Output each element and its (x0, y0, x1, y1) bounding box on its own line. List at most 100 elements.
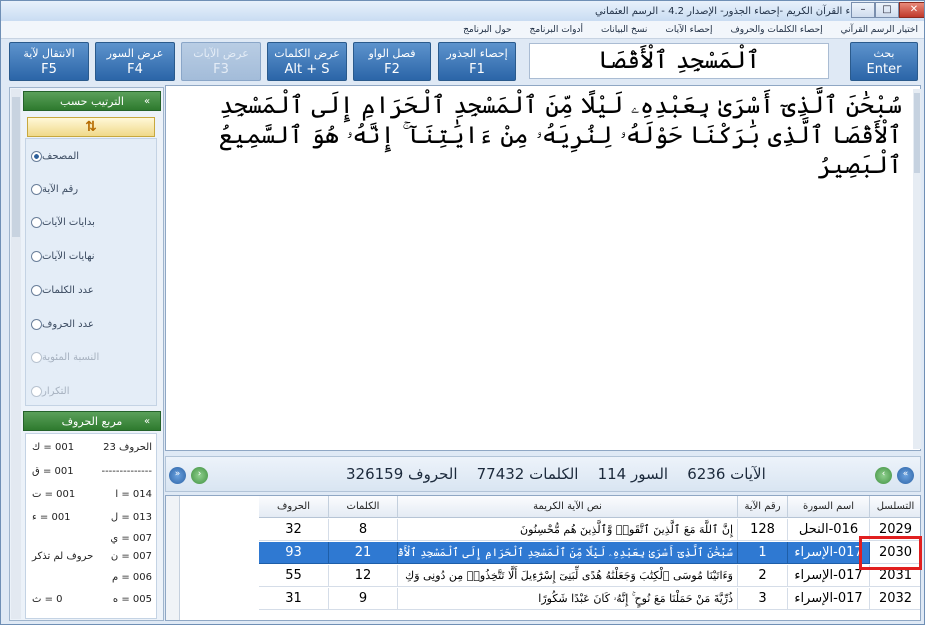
sort-option-ayah-number[interactable]: رقم الآية (25, 180, 153, 198)
highlight-box (859, 536, 922, 570)
radio-icon[interactable] (31, 284, 42, 296)
cell-surah: 017-الإسراء (788, 588, 870, 610)
title-bar: برنامج إحصاء القرآن الكريم -إحصاء الجذور… (1, 1, 924, 21)
letter-count-left: 001 = ك (32, 442, 75, 453)
search-input[interactable]: ٱلْمَسْجِدِ ٱلْأَقْصَا (529, 43, 829, 79)
chevron-collapse-icon[interactable]: « (144, 412, 150, 432)
menu-bar: اختيار الرسم القرآني إحصاء الكلمات والحر… (1, 21, 924, 39)
previous-page-icon[interactable]: ‹ (875, 467, 892, 484)
side-panel-scrollbar-thumb[interactable] (12, 97, 20, 237)
column-header-text[interactable]: نص الآية الكريمة (398, 496, 738, 518)
stats-bar: » › الآيات 6236 السور 114 الكلمات 77432 … (165, 456, 921, 492)
column-header-ayah-no[interactable]: رقم الآية (738, 496, 788, 518)
separate-waw-key: F2 (384, 62, 400, 77)
letters-panel-header[interactable]: مربع الحروف « (23, 411, 161, 431)
menu-copy-data[interactable]: نسخ البيانات (601, 25, 647, 35)
search-button-key: Enter (866, 62, 902, 77)
column-header-seq[interactable]: التسلسل (870, 496, 920, 518)
letter-count-right: 007 = ن (110, 551, 152, 562)
radio-icon[interactable] (31, 250, 42, 262)
menu-words-letters[interactable]: إحصاء الكلمات والحروف (730, 25, 822, 35)
show-ayat-button[interactable]: عرض الآيات F3 (181, 42, 261, 81)
sort-option-ayah-endings[interactable]: نهايات الآيات (25, 247, 153, 265)
cell-words: 12 (329, 565, 398, 587)
show-suwar-button[interactable]: عرض السور F4 (95, 42, 175, 81)
last-page-icon[interactable]: » (169, 467, 186, 484)
cell-words: 21 (329, 542, 398, 564)
show-ayat-label: عرض الآيات (193, 47, 249, 60)
sort-option-ayah-starts[interactable]: بدايات الآيات (25, 213, 153, 231)
count-roots-button[interactable]: إحصاء الجذور F1 (438, 42, 516, 81)
sort-option-word-count[interactable]: عدد الكلمات (25, 281, 153, 299)
ayah-scrollbar-thumb[interactable] (914, 93, 920, 173)
count-roots-label: إحصاء الجذور (446, 47, 508, 60)
next-page-icon[interactable]: › (191, 467, 208, 484)
results-table: التسلسل اسم السورة رقم الآية نص الآية ال… (165, 495, 921, 621)
cell-words: 8 (329, 519, 398, 541)
maximize-button[interactable]: □ (875, 2, 899, 18)
sort-option-percentage: النسبة المئوية (25, 348, 153, 366)
cell-text: إِنَّ ٱللَّهَ مَعَ ٱلَّذِينَ ٱتَّقَوا۟ و… (398, 519, 738, 541)
first-page-icon[interactable]: « (897, 467, 914, 484)
separate-waw-button[interactable]: فصل الواو F2 (353, 42, 431, 81)
cell-ayah-no: 3 (738, 588, 788, 610)
show-suwar-key: F4 (127, 62, 143, 77)
menu-ayat-stats[interactable]: إحصاء الآيات (665, 25, 712, 35)
sort-option-frequency: التكرار (25, 382, 153, 400)
letter-count-right: 014 = ا (115, 489, 152, 500)
column-header-surah[interactable]: اسم السورة (788, 496, 870, 518)
minimize-button[interactable]: – (851, 2, 875, 18)
sort-option-label: عدد الحروف (42, 318, 94, 330)
cell-text: وَءَاتَيْنَا مُوسَى ٱلْكِتَٰبَ وَجَعَلْن… (398, 565, 738, 587)
cell-words: 9 (329, 588, 398, 610)
table-row-selected[interactable]: 2030 017-الإسراء 1 سُبْحَٰنَ ٱلَّذِىٓ أَ… (259, 542, 920, 564)
cell-seq: 2032 (870, 588, 920, 610)
cell-ayah-no: 2 (738, 565, 788, 587)
ayah-scrollbar[interactable] (913, 89, 921, 449)
cell-ayah-no: 128 (738, 519, 788, 541)
ayah-text-view: سُبْحَٰنَ ٱلَّذِىٓ أَسْرَىٰ بِعَبْدِهِۦ … (165, 85, 921, 451)
goto-ayah-key: F5 (41, 62, 57, 77)
menu-quran-script[interactable]: اختيار الرسم القرآني (841, 25, 918, 35)
sort-direction-button[interactable]: ⇅ (27, 117, 155, 137)
radio-icon (31, 351, 42, 363)
radio-icon[interactable] (31, 150, 42, 162)
sort-option-letter-count[interactable]: عدد الحروف (25, 315, 153, 333)
column-header-letters[interactable]: الحروف (259, 496, 329, 518)
chevron-collapse-icon[interactable]: « (144, 92, 150, 112)
column-header-words[interactable]: الكلمات (329, 496, 398, 518)
letters-panel-title: مربع الحروف (61, 415, 123, 428)
search-button[interactable]: بحث Enter (850, 42, 918, 81)
sort-panel-title: الترتيب حسب (60, 95, 124, 108)
show-ayat-key: F3 (213, 62, 229, 77)
results-table-scrollbar[interactable] (166, 496, 180, 620)
stats-text: الآيات 6236 السور 114 الكلمات 77432 الحر… (346, 465, 766, 483)
sort-panel-header[interactable]: الترتيب حسب « (23, 91, 161, 111)
sort-option-mushaf[interactable]: المصحف (25, 147, 153, 165)
cell-letters: 93 (259, 542, 329, 564)
sort-option-label: المصحف (42, 150, 80, 162)
radio-icon[interactable] (31, 216, 42, 228)
show-words-button[interactable]: عرض الكلمات Alt + S (267, 42, 347, 81)
menu-about[interactable]: حول البرنامج (463, 25, 511, 35)
letter-count-left: 001 = ء (32, 512, 71, 523)
menu-tools[interactable]: أدوات البرنامج (530, 25, 584, 35)
letter-count-left: 0 = ث (32, 594, 63, 605)
table-row[interactable]: 2029 016-النحل 128 إِنَّ ٱللَّهَ مَعَ ٱل… (259, 519, 920, 541)
stats-ayat-value: 6236 (687, 465, 726, 483)
radio-icon[interactable] (31, 183, 42, 195)
count-roots-key: F1 (469, 62, 485, 77)
radio-icon[interactable] (31, 318, 42, 330)
side-panel-scrollbar[interactable] (11, 89, 21, 619)
stats-words-value: 77432 (476, 465, 525, 483)
table-row[interactable]: 2031 017-الإسراء 2 وَءَاتَيْنَا مُوسَى ٱ… (259, 565, 920, 587)
table-row[interactable]: 2032 017-الإسراء 3 ذُرِّيَّةَ مَنْ حَمَل… (259, 588, 920, 610)
close-button[interactable]: ✕ (899, 2, 924, 18)
stats-words-label: الكلمات (529, 465, 579, 483)
stats-suwar-value: 114 (597, 465, 627, 483)
letter-count-left: 001 = ت (32, 489, 76, 500)
cell-surah: 017-الإسراء (788, 542, 870, 564)
letter-count-left: حروف لم تذكر (32, 551, 94, 562)
show-words-key: Alt + S (284, 62, 330, 77)
goto-ayah-button[interactable]: الانتقال لآية F5 (9, 42, 89, 81)
